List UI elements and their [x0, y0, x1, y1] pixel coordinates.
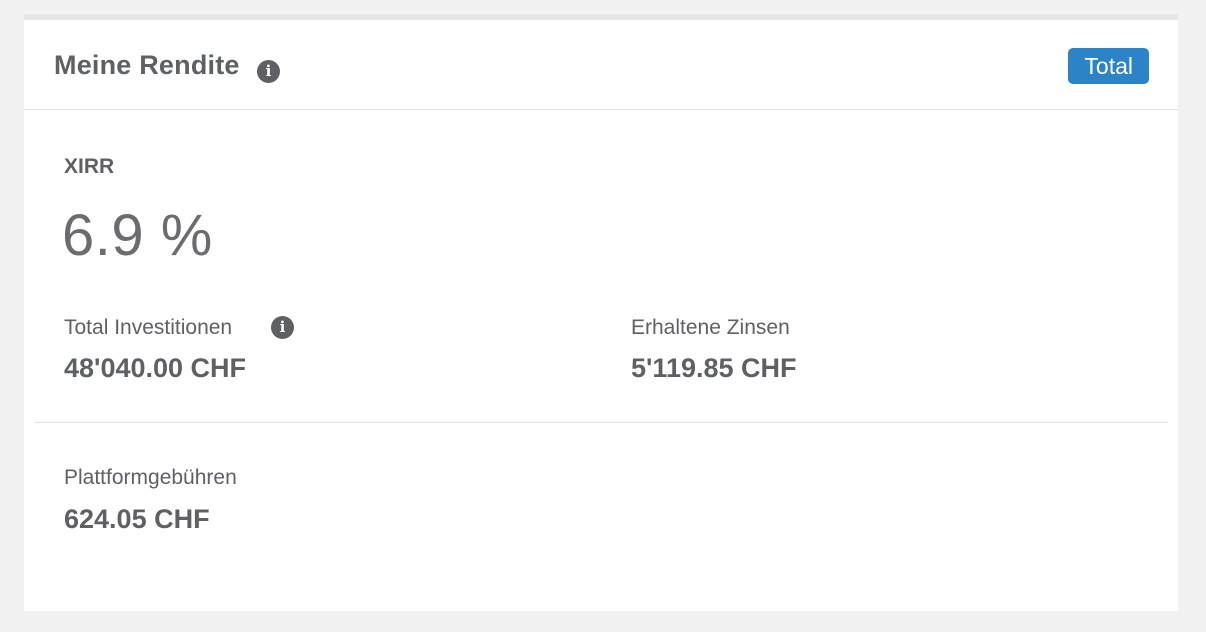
card-header: Meine Rendite i Total	[24, 20, 1178, 110]
xirr-label: XIRR	[64, 155, 115, 178]
card-title: Meine Rendite	[54, 50, 240, 80]
returns-card: Meine Rendite i Total XIRR 6.9 % Total I…	[24, 14, 1178, 611]
total-investments-label: Total Investitionen	[64, 316, 233, 339]
received-interest-value: 5'119.85 CHF	[631, 353, 797, 383]
platform-fees-value: 624.05 CHF	[64, 504, 210, 534]
xirr-value: 6.9 %	[62, 203, 213, 268]
info-icon[interactable]: i	[271, 316, 294, 339]
platform-fees-label: Plattformgebühren	[64, 466, 237, 489]
received-interest-label: Erhaltene Zinsen	[631, 316, 790, 339]
total-badge[interactable]: Total	[1068, 48, 1149, 84]
info-icon[interactable]: i	[257, 60, 280, 83]
section-divider	[34, 422, 1168, 423]
total-investments-value: 48'040.00 CHF	[64, 353, 247, 383]
